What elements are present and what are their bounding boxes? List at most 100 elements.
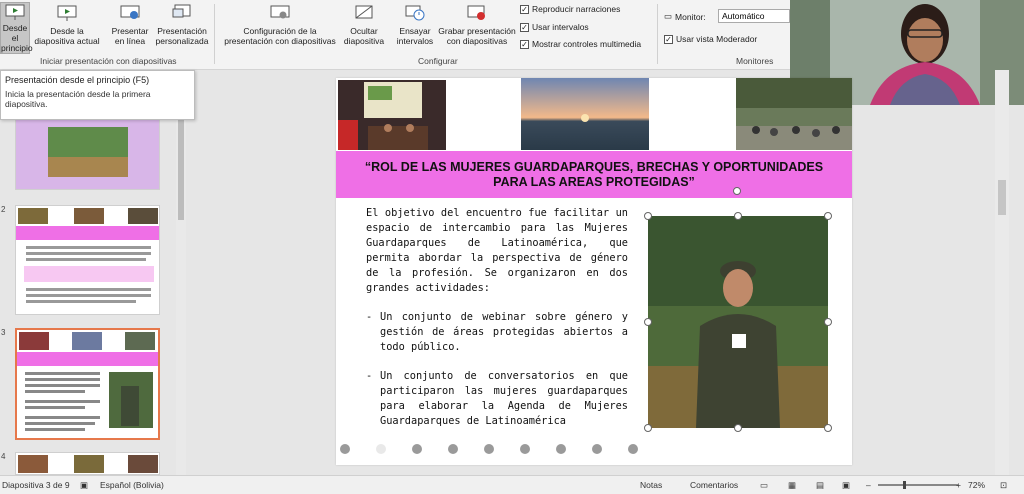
- stopwatch-icon: [404, 2, 426, 24]
- record-slideshow-button[interactable]: Grabar presentación con diapositivas: [437, 2, 517, 54]
- setup-slideshow-button[interactable]: Configuración de la presentación con dia…: [218, 2, 342, 54]
- resize-handle-tm[interactable]: [734, 212, 742, 220]
- group-start-label: Iniciar presentación con diapositivas: [40, 56, 177, 66]
- checkbox-mark: ✓: [520, 22, 529, 32]
- monitor-select[interactable]: Automático: [718, 9, 790, 23]
- from-current-label: Desde la diapositiva actual: [34, 26, 100, 46]
- resize-handle-tl[interactable]: [644, 212, 652, 220]
- zoom-out-button[interactable]: –: [866, 480, 871, 490]
- present-online-icon: [119, 2, 141, 24]
- custom-slideshow-icon: [171, 2, 193, 24]
- photo-park-ranger[interactable]: [648, 216, 828, 428]
- resize-handle-bm[interactable]: [734, 424, 742, 432]
- slideshow-play-icon: [4, 3, 26, 21]
- fit-to-window-icon[interactable]: ⊡: [1000, 480, 1007, 491]
- decorative-dots: [340, 444, 670, 456]
- thumbnail-4-image: [18, 455, 158, 473]
- zoom-in-button[interactable]: +: [956, 480, 961, 490]
- dot: [448, 444, 458, 454]
- checkbox-mark: ✓: [520, 39, 529, 49]
- dot: [556, 444, 566, 454]
- slideshow-current-icon: [56, 2, 78, 24]
- slide-thumbnail-1[interactable]: [15, 112, 160, 190]
- checkbox-label: Usar vista Moderador: [676, 34, 758, 44]
- from-current-slide-button[interactable]: Desde la diapositiva actual: [32, 2, 102, 54]
- scrollbar-thumb[interactable]: [178, 110, 184, 220]
- slide-title-banner[interactable]: “ROL DE LAS MUJERES GUARDAPARQUES, BRECH…: [336, 151, 852, 198]
- slide-thumbnail-3[interactable]: [15, 328, 160, 440]
- ribbon: Desde el principio Desde la diapositiva …: [0, 0, 790, 70]
- use-timings-checkbox[interactable]: ✓ Usar intervalos: [520, 22, 589, 32]
- dot: [484, 444, 494, 454]
- photo-conference: [338, 80, 446, 150]
- custom-slideshow-button[interactable]: Presentación personalizada: [153, 2, 211, 54]
- resize-handle-br[interactable]: [824, 424, 832, 432]
- setup-slideshow-icon: [269, 2, 291, 24]
- checkbox-mark: ✓: [664, 34, 673, 44]
- slide-count-status: Diapositiva 3 de 9: [2, 480, 70, 490]
- photo-group-outdoors: [736, 78, 852, 150]
- editor-scrollbar-thumb[interactable]: [998, 180, 1006, 215]
- use-presenter-view-checkbox[interactable]: ✓ Usar vista Moderador: [664, 34, 757, 44]
- thumbnail-1-image: [48, 127, 128, 177]
- comments-button[interactable]: Comentarios: [690, 480, 738, 490]
- editor-scrollbar[interactable]: [995, 70, 1009, 475]
- thumbnail-2-image: [16, 208, 159, 303]
- from-beginning-label: Desde el principio: [1, 23, 33, 53]
- resize-handle-tr[interactable]: [824, 212, 832, 220]
- slideshow-view-icon[interactable]: ▣: [842, 480, 850, 491]
- group-monitors-label: Monitores: [736, 56, 774, 66]
- rehearse-timings-button[interactable]: Ensayar intervalos: [393, 2, 437, 54]
- monitor-label-wrap: ▭ Monitor:: [664, 11, 706, 22]
- monitor-label: Monitor:: [675, 11, 706, 22]
- language-status[interactable]: Español (Bolivia): [100, 480, 164, 490]
- slide-thumbnail-panel: 2 3 4: [0, 70, 190, 475]
- zoom-slider-thumb[interactable]: [903, 481, 906, 489]
- show-media-controls-checkbox[interactable]: ✓ Mostrar controles multimedia: [520, 39, 641, 49]
- normal-view-icon[interactable]: ▭: [760, 480, 768, 491]
- custom-slideshow-label: Presentación personalizada: [155, 26, 209, 46]
- resize-handle-mr[interactable]: [824, 318, 832, 326]
- slide-number-3: 3: [1, 328, 6, 337]
- photo-sunset-lake: [521, 78, 649, 150]
- bullet-text: Un conjunto de conversatorios en que par…: [380, 370, 628, 427]
- slide-title: “ROL DE LAS MUJERES GUARDAPARQUES, BRECH…: [364, 159, 824, 189]
- slide-canvas: “ROL DE LAS MUJERES GUARDAPARQUES, BRECH…: [336, 78, 852, 465]
- from-beginning-button[interactable]: Desde el principio: [0, 2, 33, 54]
- slide-intro-text: El objetivo del encuentro fue facilitar …: [366, 207, 628, 294]
- tooltip-title: Presentación desde el principio (F5): [5, 75, 150, 85]
- dot: [628, 444, 638, 454]
- play-narrations-checkbox[interactable]: ✓ Reproducir narraciones: [520, 4, 620, 14]
- resize-handle-ml[interactable]: [644, 318, 652, 326]
- spellcheck-icon[interactable]: ▣: [80, 480, 88, 491]
- tooltip-description: Inicia la presentación desde la primera …: [5, 89, 151, 109]
- powerpoint-window: Desde el principio Desde la diapositiva …: [0, 0, 1024, 494]
- resize-handle-bl[interactable]: [644, 424, 652, 432]
- present-online-button[interactable]: Presentar en línea: [108, 2, 152, 54]
- zoom-level[interactable]: 72%: [968, 480, 985, 490]
- tooltip: Presentación desde el principio (F5) Ini…: [0, 70, 195, 120]
- slide-sorter-icon[interactable]: ▦: [788, 480, 796, 491]
- dot: [412, 444, 422, 454]
- hide-slide-label: Ocultar diapositiva: [343, 26, 385, 46]
- zoom-slider[interactable]: [878, 484, 958, 486]
- hide-slide-button[interactable]: Ocultar diapositiva: [342, 2, 386, 54]
- record-slideshow-label: Grabar presentación con diapositivas: [438, 26, 516, 46]
- reading-view-icon[interactable]: ▤: [816, 480, 824, 491]
- rotate-handle[interactable]: [733, 187, 741, 195]
- checkbox-label: Mostrar controles multimedia: [532, 39, 642, 49]
- notes-button[interactable]: Notas: [640, 480, 662, 490]
- thumbnail-scrollbar[interactable]: [176, 70, 186, 475]
- checkbox-mark: ✓: [520, 4, 529, 14]
- slide-thumbnail-2[interactable]: [15, 205, 160, 315]
- hide-slide-icon: [353, 2, 375, 24]
- slide-bullet-1: - Un conjunto de webinar sobre género y …: [366, 310, 628, 355]
- rehearse-timings-label: Ensayar intervalos: [396, 26, 434, 46]
- slide-bullet-2: - Un conjunto de conversatorios en que p…: [366, 369, 628, 429]
- bullet-dash: -: [366, 311, 373, 323]
- thumbnail-3-image: [17, 332, 158, 431]
- slide-thumbnail-4[interactable]: [15, 452, 160, 475]
- slide-body-textbox[interactable]: El objetivo del encuentro fue facilitar …: [366, 206, 628, 429]
- slide-number-2: 2: [1, 205, 6, 214]
- dot: [376, 444, 386, 454]
